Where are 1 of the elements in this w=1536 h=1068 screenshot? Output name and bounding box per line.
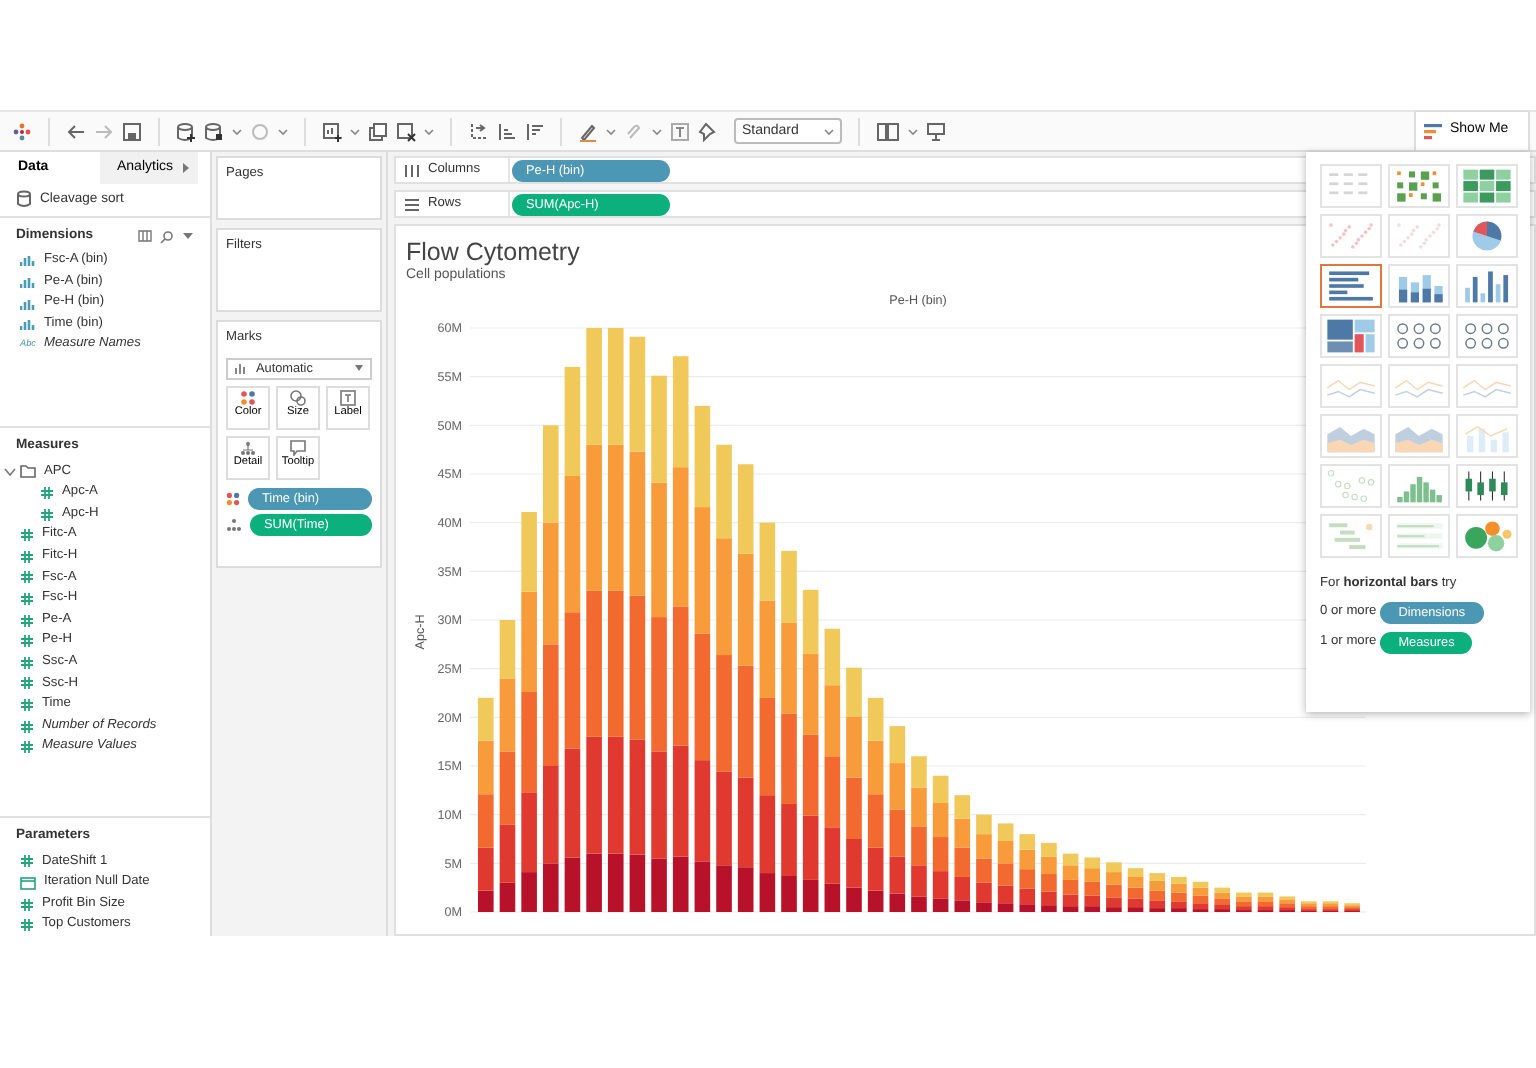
- chart-title: Flow Cytometry: [406, 238, 582, 266]
